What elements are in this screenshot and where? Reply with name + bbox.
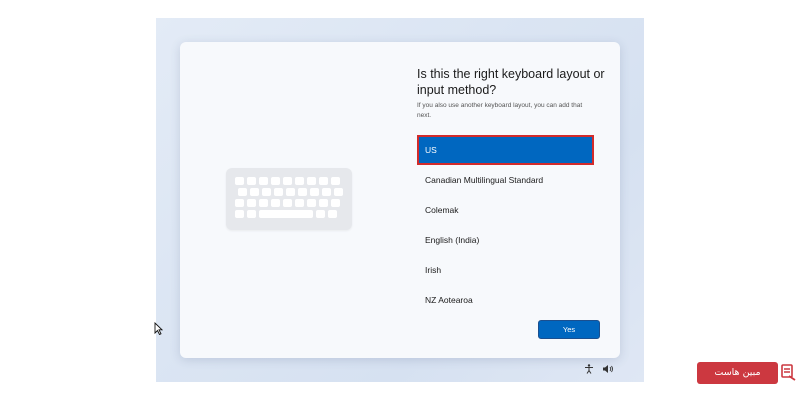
layout-item-irish[interactable]: Irish — [417, 255, 594, 285]
yes-button[interactable]: Yes — [538, 320, 600, 339]
dialog-subtext: If you also use another keyboard layout,… — [417, 102, 583, 119]
volume-icon[interactable] — [602, 364, 614, 376]
layout-item-colemak[interactable]: Colemak — [417, 195, 594, 225]
layout-item-canadian-multilingual[interactable]: Canadian Multilingual Standard — [417, 165, 594, 195]
layout-item-nz-aotearoa[interactable]: NZ Aotearoa — [417, 285, 594, 315]
watermark-badge: مبین هاست — [697, 362, 778, 384]
mouse-cursor-icon — [154, 321, 164, 340]
accessibility-icon[interactable] — [584, 364, 594, 376]
dialog-heading: Is this the right keyboard layout or inp… — [417, 67, 605, 97]
keyboard-layout-list[interactable]: US Canadian Multilingual Standard Colema… — [417, 135, 594, 315]
keyboard-illustration-icon — [226, 168, 352, 230]
oobe-screen: Is this the right keyboard layout or inp… — [156, 18, 644, 382]
layout-item-us[interactable]: US — [417, 135, 594, 165]
keyboard-layout-dialog: Is this the right keyboard layout or inp… — [180, 42, 620, 358]
layout-item-english-india[interactable]: English (India) — [417, 225, 594, 255]
host-logo-icon — [780, 363, 796, 386]
